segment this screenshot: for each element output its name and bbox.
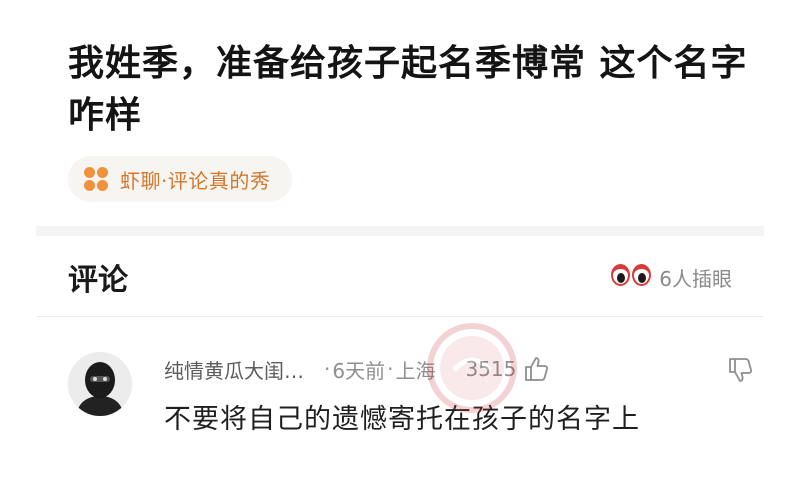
meta-separator: ·: [387, 357, 394, 381]
comment-time: 6天前: [332, 358, 386, 383]
divider-line: [36, 316, 764, 317]
onlookers-label: 6人插眼: [659, 266, 732, 291]
post-detail-page: 我姓季，准备给孩子起名季博常 这个名字咋样 虾聊·评论真的秀 评论 6人插眼 纯…: [0, 0, 800, 481]
avatar[interactable]: [68, 352, 132, 416]
thumb-down-icon[interactable]: [726, 356, 754, 384]
eyes-icon: [611, 264, 652, 290]
comments-header: 评论 6人插眼: [68, 250, 732, 304]
comment-meta: 纯情黄瓜大闺… · 6天前 · 上海 3515: [164, 354, 754, 384]
post-title: 我姓季，准备给孩子起名季博常 这个名字咋样: [68, 43, 748, 136]
username[interactable]: 纯情黄瓜大闺…: [164, 355, 304, 384]
like-count: 3515: [465, 357, 517, 381]
flower-icon: [84, 167, 108, 191]
meta-separator: ·: [324, 357, 331, 381]
topic-chip[interactable]: 虾聊·评论真的秀: [68, 156, 293, 202]
thumb-up-icon[interactable]: [522, 355, 550, 383]
comment-item: 纯情黄瓜大闺… · 6天前 · 上海 3515 不要将自己的遗憾寄托在孩子的名字…: [68, 340, 753, 460]
comment-location: 上海: [395, 358, 436, 383]
onlookers-button[interactable]: 6人插眼: [611, 263, 732, 292]
comment-text: 不要将自己的遗憾寄托在孩子的名字上: [164, 404, 640, 435]
topic-label: 虾聊·评论真的秀: [120, 168, 271, 193]
comments-title: 评论: [68, 263, 128, 298]
section-divider: [36, 226, 764, 236]
